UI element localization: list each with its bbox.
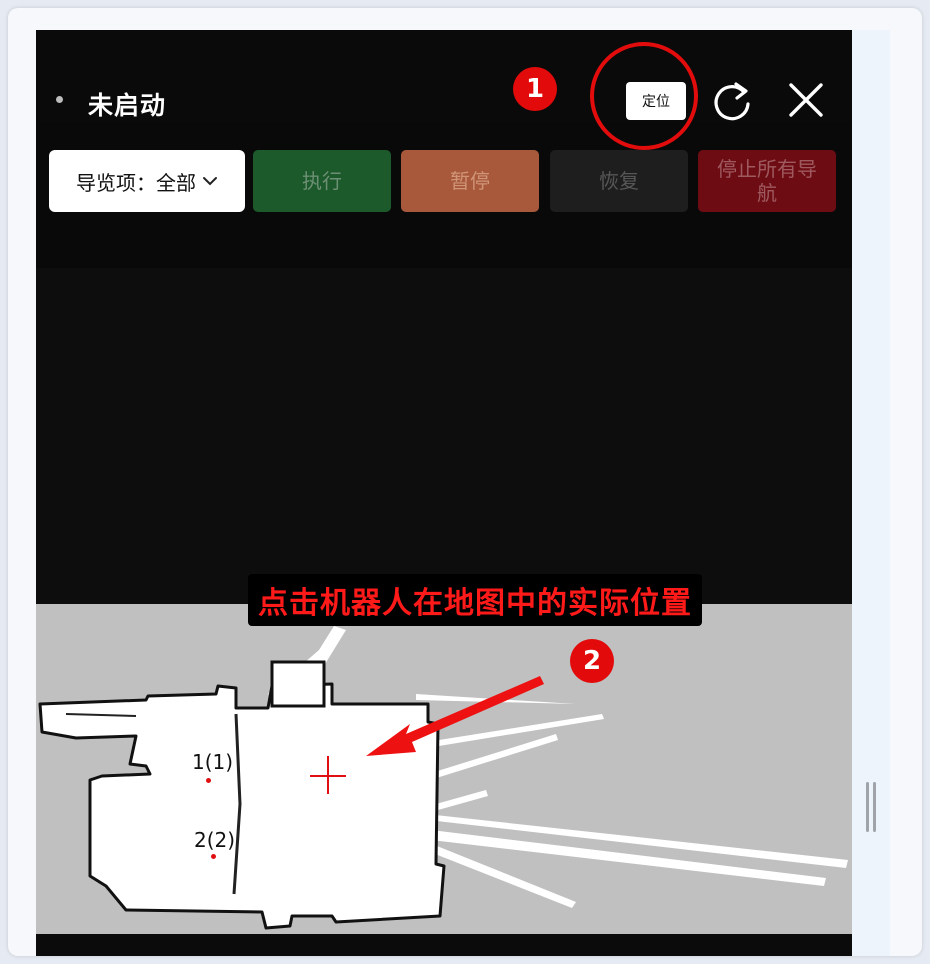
status-indicator-dot [56, 96, 63, 103]
waypoint-label: 2(2) [194, 828, 236, 852]
map-canvas[interactable]: 1(1) 2(2) [36, 604, 852, 934]
occupancy-map [38, 626, 848, 930]
status-text: 未启动 [88, 91, 167, 120]
stop-all-navigation-button[interactable]: 停止所有导航 [698, 150, 836, 212]
waypoint-marker[interactable] [206, 778, 211, 783]
step-badge-1: 1 [513, 67, 557, 111]
tour-item-select[interactable]: 导览项：全部 [49, 150, 245, 212]
step-badge-2: 2 [570, 639, 614, 683]
locate-highlight-circle [590, 42, 698, 150]
map-bottom-bar [36, 934, 852, 956]
chevron-down-icon [203, 177, 217, 186]
resume-button[interactable]: 恢复 [550, 150, 688, 212]
close-icon[interactable] [788, 82, 824, 122]
select-value: 导览项：全部 [76, 170, 196, 195]
refresh-icon[interactable] [710, 78, 754, 128]
waypoint-label: 1(1) [192, 750, 234, 774]
resize-handle[interactable] [866, 782, 878, 832]
navigation-panel: 未启动 1 定位 导览项：全部 执行 暂停 恢复 停止所有导航 1(1) 2(2… [36, 30, 852, 956]
waypoint-marker[interactable] [211, 854, 216, 859]
map-instruction-caption: 点击机器人在地图中的实际位置 [248, 574, 702, 626]
execute-button[interactable]: 执行 [253, 150, 391, 212]
pause-button[interactable]: 暂停 [401, 150, 539, 212]
